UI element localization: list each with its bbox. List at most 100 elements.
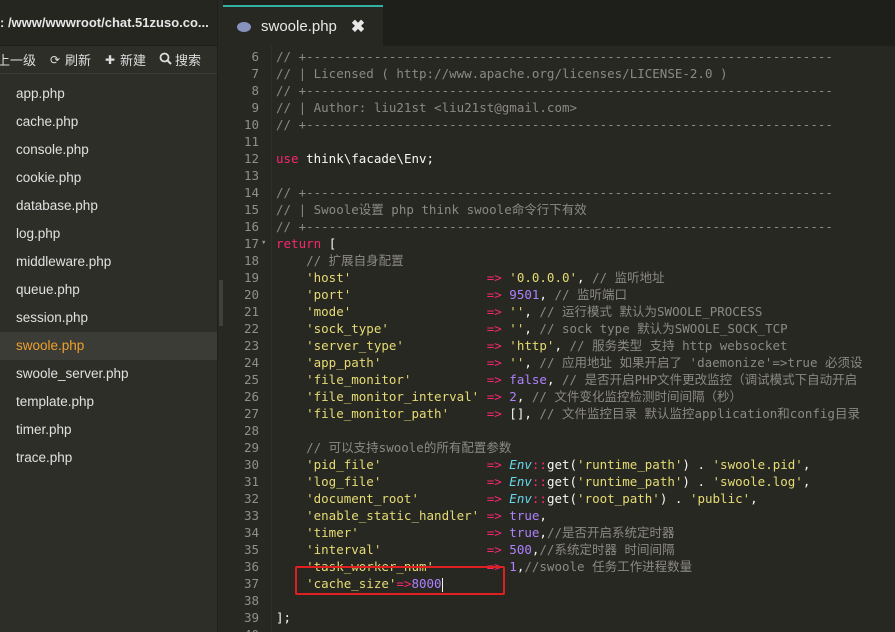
code-line: 20 'port' => 9501, // 监听端口 [223,286,895,303]
code-token: ) . [682,474,713,489]
code-line: 35 'interval' => 500,//系统定时器 时间间隔 [223,541,895,558]
code-line: 9 // | Author: liu21st <liu21st@gmail.com… [223,99,895,116]
file-item-database-php[interactable]: database.php [0,192,217,220]
code-token: 'file_monitor_path' [276,406,487,421]
code-line: 10 // +----------------------------------… [223,116,895,133]
code-token: '' [509,355,525,370]
code-token: // 是否开启PHP文件更改监控（调试模式下自动开启 [562,372,858,387]
file-item-app-php[interactable]: app.php [0,80,217,108]
file-item-middleware-php[interactable]: middleware.php [0,248,217,276]
line-number: 33 [243,508,259,523]
file-item-queue-php[interactable]: queue.php [0,276,217,304]
code-token: [ [328,236,337,251]
code-token: get( [546,491,578,506]
line-code: 'file_monitor_interval' => 2, // 文件变化监控检… [276,388,742,405]
code-token: , [554,338,570,353]
line-number: 9 [251,100,259,115]
code-token: 'server_type' [276,338,487,353]
code-token: ]; [276,610,292,625]
code-token: , [750,491,758,506]
code-line: 18 // 扩展自身配置 [223,252,895,269]
code-line: 31 'log_file' => Env::get('runtime_path'… [223,473,895,490]
code-token: :: [531,457,547,472]
code-token: // 监听端口 [554,287,628,302]
code-token: [], [509,406,540,421]
line-number: 7 [251,66,259,81]
file-list: app.php cache.php console.php cookie.php dat… [0,74,217,472]
line-code: 'timer' => true,//是否开启系统定时器 [276,524,675,541]
line-code: // | Licensed ( http://www.apache.org/li… [276,65,728,82]
refresh-label: 刷新 [65,53,92,68]
file-item-session-php[interactable]: session.php [0,304,217,332]
code-token: => [486,355,510,370]
close-icon[interactable]: ✖ [351,17,365,37]
code-token: 1 [509,559,517,574]
code-token: , [539,508,547,523]
refresh-button[interactable]: ⟳ 刷新 [48,50,91,69]
new-file-button[interactable]: ✚ 新建 [103,50,146,69]
file-sidebar: : /www/wwwroot/chat.51zuso.co... 上一级 ⟳ 刷… [0,0,218,632]
code-token: => [486,287,510,302]
code-line: 36 'task_worker_num' => 1,//swoole 任务工作进… [223,558,895,575]
code-token: 'pid_file' [276,457,487,472]
code-line: 22 'sock_type' => '', // sock type 默认为SW… [223,320,895,337]
code-token: 'runtime_path' [577,457,683,472]
code-line: 37 'cache_size'=>8000 [223,575,895,592]
line-number: 11 [243,134,259,149]
code-area[interactable]: 6 // +-----------------------------------… [223,46,895,632]
new-file-label: 新建 [120,53,147,68]
line-code: 'document_root' => Env::get('root_path')… [276,490,758,507]
line-number: 34 [243,525,259,540]
code-token: 'app_path' [276,355,487,370]
code-token: 2 [509,389,517,404]
file-item-timer-php[interactable]: timer.php [0,416,217,444]
file-item-trace-php[interactable]: trace.php [0,444,217,472]
code-token: // 扩展自身配置 [276,253,404,268]
file-item-console-php[interactable]: console.php [0,136,217,164]
line-code: 'mode' => '', // 运行模式 默认为SWOOLE_PROCESS [276,303,762,320]
code-line: 40 [223,626,895,632]
line-number: 6 [251,49,259,64]
file-item-cache-php[interactable]: cache.php [0,108,217,136]
code-line: 6 // +-----------------------------------… [223,48,895,65]
line-number: 27 [243,406,259,421]
up-level-button[interactable]: 上一级 [0,50,36,69]
code-token: true [509,525,540,540]
code-token: , [524,304,540,319]
code-token: 500 [509,542,532,557]
file-item-swoole-php[interactable]: swoole.php [0,332,217,360]
line-number: 20 [243,287,259,302]
text-cursor [441,577,443,592]
code-token: 'root_path' [577,491,660,506]
code-token: ) . [682,457,713,472]
code-token: // +------------------------------------… [276,219,833,234]
line-number: 19 [243,270,259,285]
code-token: 'enable_static_handler' [276,508,487,523]
code-token: 'task_worker_num' [276,559,487,574]
line-code: // | Author: liu21st <liu21st@gmail.com> [276,99,577,116]
line-code: 'sock_type' => '', // sock type 默认为SWOOL… [276,320,788,337]
line-number: 23 [243,338,259,353]
code-token: => [396,576,412,591]
file-item-log-php[interactable]: log.php [0,220,217,248]
code-token: => [486,372,510,387]
code-line: 26 'file_monitor_interval' => 2, // 文件变化… [223,388,895,405]
file-item-swoole-server-php[interactable]: swoole_server.php [0,360,217,388]
code-editor: swoole.php ✖ 6 // +----------------------… [223,0,895,632]
plus-icon: ✚ [105,52,116,67]
code-token: , [802,457,811,472]
code-token: => [486,304,510,319]
code-line: 13 [223,167,895,184]
fold-toggle-icon[interactable]: ▾ [261,235,266,252]
file-item-template-php[interactable]: template.php [0,388,217,416]
code-token: // sock type 默认为SWOOLE_SOCK_TCP [539,321,788,336]
file-item-cookie-php[interactable]: cookie.php [0,164,217,192]
code-token: , [539,525,547,540]
code-token: // +------------------------------------… [276,117,833,132]
search-button[interactable]: 搜索 [158,50,201,69]
code-token: => [486,270,510,285]
code-token: '' [509,304,525,319]
code-token: //是否开启系统定时器 [546,525,675,540]
tab-swoole-php[interactable]: swoole.php ✖ [223,5,383,46]
line-code: // +------------------------------------… [276,116,833,133]
